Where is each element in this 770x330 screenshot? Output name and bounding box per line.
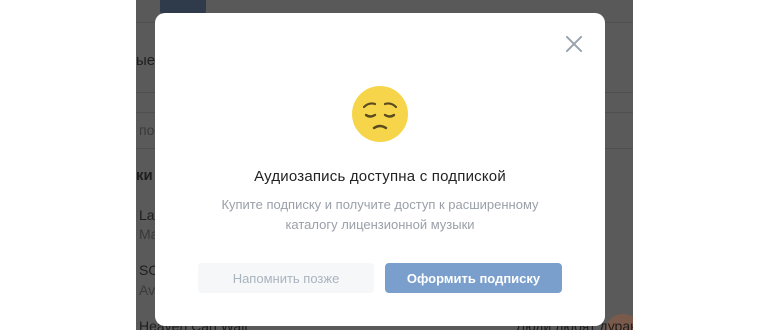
background-search-placeholder: по [139, 122, 155, 138]
pensive-face-icon [352, 86, 408, 142]
subscription-modal: Аудиозапись доступна с подпиской Купите … [155, 13, 605, 326]
background-label: ые [136, 52, 156, 69]
subscribe-button[interactable]: Оформить подписку [385, 263, 562, 293]
background-section-title: ки [136, 167, 153, 184]
remind-later-button[interactable]: Напомнить позже [198, 263, 374, 293]
modal-description: Купите подписку и получите доступ к расш… [221, 197, 539, 232]
modal-title: Аудиозапись доступна с подпиской [254, 168, 506, 185]
close-icon[interactable] [565, 35, 583, 53]
background-thumbnail [160, 0, 206, 14]
